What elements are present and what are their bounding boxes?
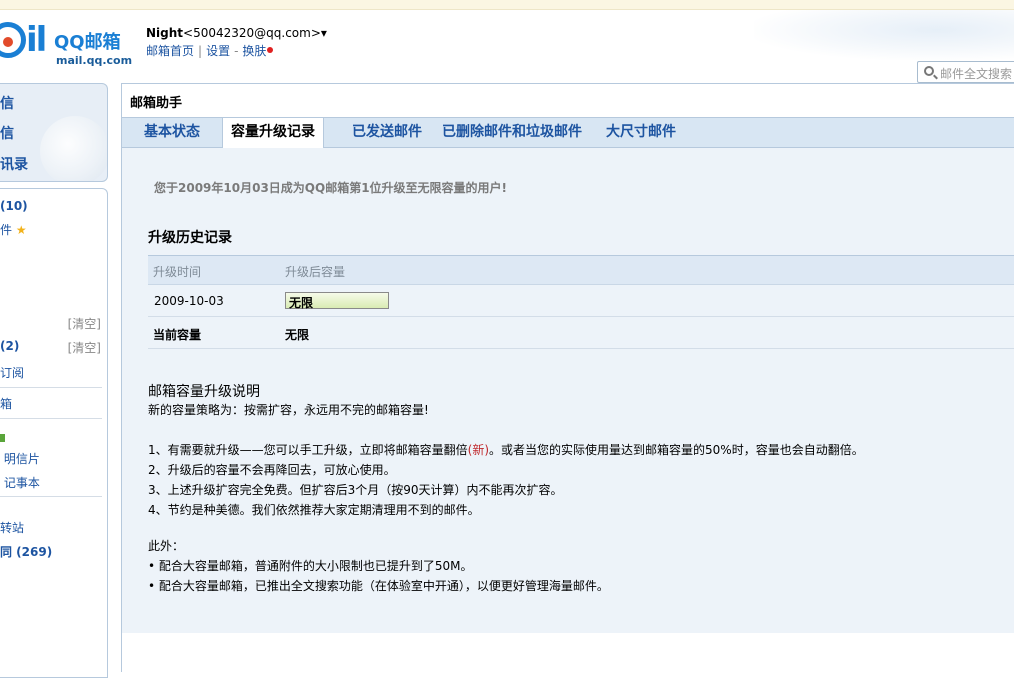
user-nickname: Night [146, 26, 184, 40]
search-placeholder: 邮件全文搜索 [940, 67, 1013, 81]
row-time: 2009-10-03 [154, 294, 224, 308]
main-panel: 邮箱助手 基本状态 容量升级记录 已发送邮件 已删除邮件和垃圾邮件 大尺寸邮件 … [121, 83, 1014, 672]
link-settings[interactable]: 设置 [206, 44, 230, 58]
header-cloud-decoration [754, 10, 1014, 60]
penguin-stamp-decoration [40, 116, 107, 181]
upgrade-explanation: 邮箱容量升级说明 新的容量策略为：按需扩容，永远用不完的邮箱容量! 1、有需要就… [148, 382, 1008, 596]
folder-deleted-count[interactable]: (2) [0, 339, 19, 353]
logo-text: QQ邮箱 [54, 32, 121, 53]
folder-subscriptions[interactable]: 订阅 [0, 364, 24, 381]
sidebar-primary: 信 信 讯录 [0, 83, 108, 182]
explain-item-3: 3、上述升级扩容完全免费。但扩容后3个月（按90天计算）内不能再次扩容。 [148, 483, 563, 497]
search-icon [924, 66, 934, 76]
user-box: Night<50042320@qq.com>▾ 邮箱首页 | 设置 - 换肤 [146, 26, 327, 58]
tab-upgrade-history[interactable]: 容量升级记录 [222, 118, 324, 149]
explain-bullet-1: • 配合大容量邮箱，普通附件的大小限制也已提升到了50M。 [148, 559, 473, 573]
capacity-badge: 无限 [285, 292, 389, 310]
tab-basic-status[interactable]: 基本状态 [136, 118, 208, 148]
app-notepad[interactable]: 记事本 [0, 474, 40, 491]
sidebar-item-inbox[interactable]: 信 [0, 123, 14, 143]
qq-mail-logo[interactable]: il QQ邮箱 mail.qq.com [0, 18, 140, 68]
link-mail-home[interactable]: 邮箱首页 [146, 44, 194, 58]
col-capacity: 升级后容量 [285, 265, 346, 279]
table-row: 2009-10-03 无限 [148, 285, 1014, 317]
divider [0, 418, 102, 419]
history-title: 升级历史记录 [148, 230, 232, 246]
divider [0, 496, 102, 497]
link-change-skin[interactable]: 换肤 [242, 44, 266, 58]
table-header: 升级时间 升级后容量 [148, 255, 1014, 285]
new-dot-icon [267, 47, 274, 53]
tab-deleted-spam[interactable]: 已删除邮件和垃圾邮件 [434, 118, 590, 148]
explain-heading: 邮箱容量升级说明 [148, 384, 260, 400]
new-upgrade-link[interactable]: (新) [468, 443, 489, 457]
sidebar-item-compose[interactable]: 信 [0, 93, 14, 113]
app-reading-count[interactable]: 同 (269) [0, 543, 52, 560]
page-title: 邮箱助手 [130, 96, 183, 111]
explain-item-4: 4、节约是种美德。我们依然推荐大家定期清理用不到的邮件。 [148, 503, 480, 517]
explain-also: 此外： [148, 539, 185, 553]
clear-link[interactable]: [清空] [68, 315, 101, 332]
logo-mark-icon [0, 22, 26, 58]
header: il QQ邮箱 mail.qq.com Night<50042320@qq.co… [0, 10, 1014, 83]
app-file-transfer[interactable]: 转站 [0, 519, 24, 536]
tab-sent-mail[interactable]: 已发送邮件 [344, 118, 430, 148]
app-icon [0, 434, 5, 442]
current-capacity-value: 无限 [285, 328, 310, 342]
history-table: 升级时间 升级后容量 2009-10-03 无限 当前容量 无限 [148, 255, 1014, 349]
fulltext-search-input[interactable]: 邮件全文搜索 [917, 61, 1014, 83]
clear-link[interactable]: [清空] [68, 339, 101, 356]
app-postcard[interactable]: 明信片 [0, 450, 40, 467]
top-strip [0, 0, 1014, 10]
tab-large-mail[interactable]: 大尺寸邮件 [598, 118, 684, 148]
explain-item-1: 1、有需要就升级——您可以手工升级，立即将邮箱容量翻倍(新)。或者当您的实际使用… [148, 443, 864, 457]
user-address: <50042320@qq.com> [183, 26, 321, 40]
star-icon: ★ [15, 223, 27, 237]
tab-bar: 基本状态 容量升级记录 已发送邮件 已删除邮件和垃圾邮件 大尺寸邮件 [122, 117, 1014, 149]
tab-content: 您于2009年10月03日成为QQ邮箱第1位升级至无限容量的用户! 升级历史记录… [122, 148, 1014, 633]
upgrade-announcement: 您于2009年10月03日成为QQ邮箱第1位升级至无限容量的用户! [154, 181, 508, 195]
folder-inbox-count[interactable]: (10) [0, 199, 28, 213]
explain-item-2: 2、升级后的容量不会再降回去，可放心使用。 [148, 463, 396, 477]
divider [0, 387, 102, 388]
current-capacity-label: 当前容量 [153, 328, 202, 342]
explain-policy: 新的容量策略为：按需扩容，永远用不完的邮箱容量! [148, 403, 429, 417]
folder-other-mailboxes[interactable]: 箱 [0, 395, 12, 412]
explain-bullet-2: • 配合大容量邮箱，已推出全文搜索功能（在体验室中开通），以便更好管理海量邮件。 [148, 579, 609, 593]
sidebar-folders: (10) 件 ★ [清空] (2) [清空] 订阅 箱 明信片 记事本 转站 同… [0, 188, 108, 678]
sidebar-item-contacts[interactable]: 讯录 [0, 154, 28, 174]
account-dropdown-icon[interactable]: ▾ [321, 26, 327, 40]
current-capacity-row: 当前容量 无限 [148, 317, 1014, 349]
col-upgrade-time: 升级时间 [153, 265, 202, 279]
folder-starred[interactable]: 件 ★ [0, 221, 27, 238]
logo-domain: mail.qq.com [56, 54, 133, 67]
